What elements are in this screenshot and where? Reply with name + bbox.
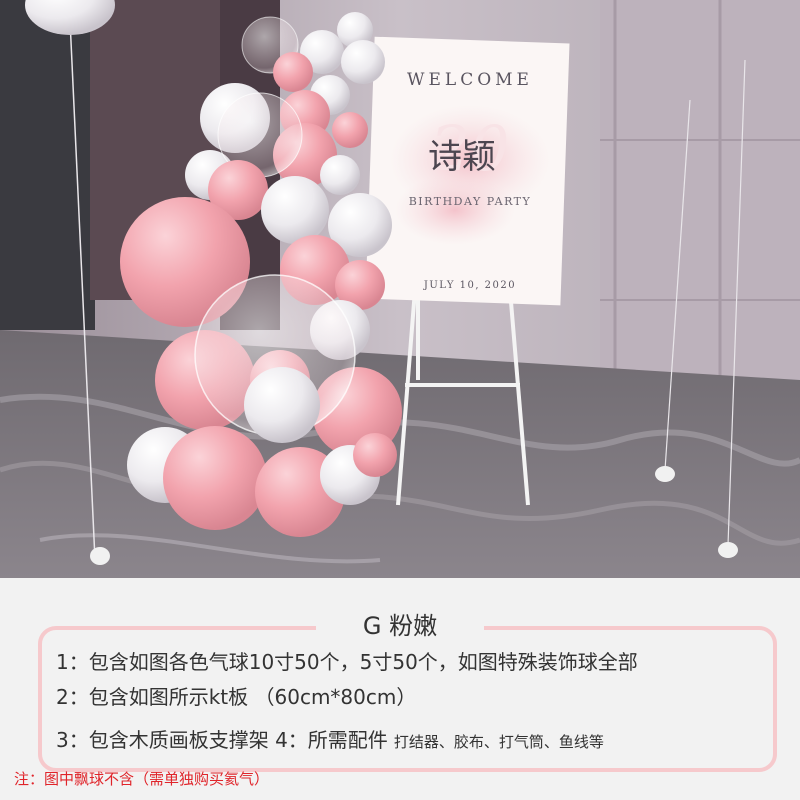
sign-subtitle-text: BIRTHDAY PARTY bbox=[409, 195, 532, 208]
weight-right bbox=[718, 542, 738, 558]
caption-line-3-main: 3：包含木质画板支撑架 4：所需配件 bbox=[56, 728, 388, 752]
sign-name-text: 诗颖 bbox=[428, 137, 496, 177]
weight-mid bbox=[655, 466, 675, 482]
balloon-arch-photo: WELCOME 20 诗颖 BIRTHDAY PARTY JULY 10, 20… bbox=[0, 0, 800, 578]
caption-line-3-small: 打结器、胶布、打气筒、鱼线等 bbox=[393, 733, 604, 751]
sign-welcome-text: WELCOME bbox=[407, 70, 533, 90]
caption-title: G 粉嫩 bbox=[316, 606, 484, 646]
caption-line-2: 2：包含如图所示kt板 （60cm*80cm） bbox=[56, 685, 417, 709]
caption-panel: G 粉嫩 1：包含如图各色气球10寸50个，5寸50个，如图特殊装饰球全部 2：… bbox=[0, 578, 800, 800]
caption-line-1: 1：包含如图各色气球10寸50个，5寸50个，如图特殊装饰球全部 bbox=[56, 650, 638, 674]
caption-note: 注：图中飘球不含（需单独购买氦气） bbox=[14, 770, 270, 788]
welcome-sign: WELCOME 20 诗颖 BIRTHDAY PARTY JULY 10, 20… bbox=[365, 36, 570, 306]
weight-left bbox=[90, 547, 110, 565]
product-photo: WELCOME 20 诗颖 BIRTHDAY PARTY JULY 10, 20… bbox=[0, 0, 800, 578]
sign-date-text: JULY 10, 2020 bbox=[423, 280, 516, 291]
caption-line-3: 3：包含木质画板支撑架 4：所需配件 打结器、胶布、打气筒、鱼线等 bbox=[56, 724, 604, 753]
